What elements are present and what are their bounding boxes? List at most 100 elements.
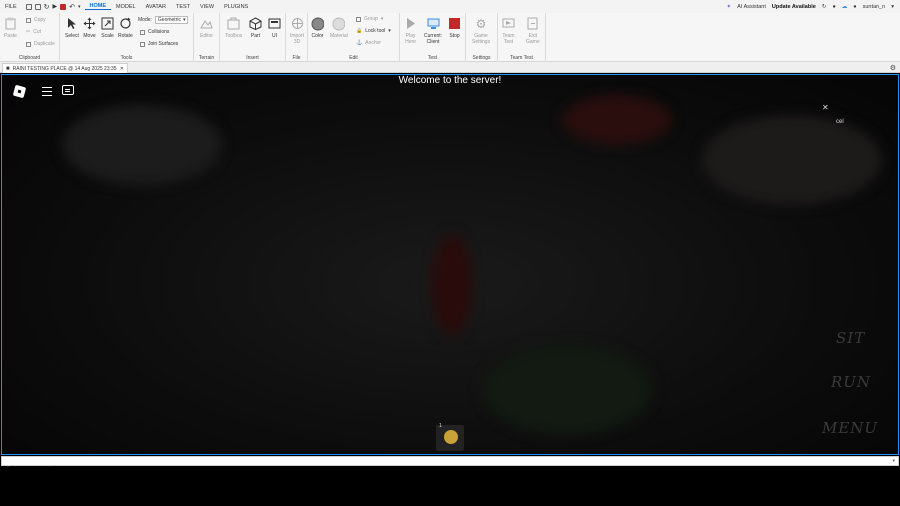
duplicate-icon: [26, 41, 31, 47]
lock-tool-button[interactable]: 🔒 Lock tool ▾: [356, 28, 391, 34]
stop-icon[interactable]: [60, 3, 67, 10]
mode-row: Mode: Geometric ▾: [138, 16, 189, 24]
copy-button[interactable]: Copy: [26, 17, 46, 23]
roblox-logo-icon[interactable]: [12, 84, 27, 99]
game-settings-label-line2: Settings: [472, 39, 491, 45]
copy-icon: [26, 17, 31, 23]
play-label-line2: Here: [405, 39, 416, 45]
hamburger-menu-icon[interactable]: [42, 87, 52, 96]
menu-test[interactable]: TEST: [171, 4, 195, 10]
dropdown-icon[interactable]: ▾: [78, 4, 81, 10]
ui-button[interactable]: UI: [268, 17, 281, 39]
menu-view[interactable]: VIEW: [195, 4, 219, 10]
cut-label: Cut: [33, 29, 41, 35]
duplicate-button[interactable]: Duplicate: [26, 41, 55, 47]
paste-button[interactable]: Paste: [4, 17, 17, 39]
play-icon[interactable]: ▶: [53, 3, 58, 10]
insert-group-label: Insert: [246, 55, 259, 61]
close-icon[interactable]: ✕: [822, 103, 829, 112]
lock-icon: 🔒: [356, 28, 363, 34]
ribbon-toolbar: Paste Copy ✂ Cut Duplicate Clipboard Sele…: [0, 13, 900, 62]
group-button[interactable]: Group ▾: [356, 16, 383, 22]
document-tab-title: RAINI TESTING PLACE @ 14 Aug 2025 23:35: [12, 65, 117, 72]
terrain-group: Editor Terrain: [194, 13, 220, 62]
current-client-button[interactable]: Current: Client: [424, 17, 442, 45]
move-button[interactable]: Move: [83, 17, 96, 39]
material-label: Material: [330, 33, 348, 39]
chevron-down-icon[interactable]: ▾: [891, 4, 894, 10]
toolbox-button[interactable]: Toolbox: [225, 17, 242, 39]
chat-icon[interactable]: [62, 85, 74, 95]
refresh-icon[interactable]: ↻: [44, 3, 50, 11]
team-test-button[interactable]: Team Test: [502, 17, 515, 45]
save-as-icon[interactable]: [34, 3, 41, 10]
collaborators-icon[interactable]: ●: [832, 4, 835, 10]
cut-button[interactable]: ✂ Cut: [26, 29, 41, 35]
material-icon: [332, 17, 346, 30]
username-menu[interactable]: suntan_n: [863, 4, 886, 10]
mode-dropdown[interactable]: Geometric ▾: [154, 16, 189, 24]
save-icon[interactable]: [25, 3, 32, 10]
close-tab-icon[interactable]: ✕: [120, 66, 124, 72]
tools-group-label: Tools: [120, 55, 133, 61]
scene-shadow: [62, 105, 222, 185]
game-viewport[interactable]: Welcome to the server! ✕ cel SIT RUN MEN…: [1, 74, 899, 455]
terrain-group-label: Terrain: [198, 55, 215, 61]
join-surfaces-checkbox-icon: [140, 41, 145, 47]
collisions-toggle[interactable]: Collisions: [140, 29, 169, 35]
chevron-down-icon: ▾: [380, 16, 384, 22]
play-here-button[interactable]: Play Here: [404, 17, 417, 45]
mode-value: Geometric: [157, 17, 181, 23]
scale-button[interactable]: Scale: [101, 17, 114, 39]
share-icon[interactable]: ↻: [822, 4, 827, 10]
rotate-button[interactable]: Rotate: [118, 17, 133, 39]
scissors-icon: ✂: [26, 29, 31, 35]
anchor-button[interactable]: ⚓ Anchor: [356, 40, 381, 46]
material-button[interactable]: Material: [330, 17, 348, 39]
game-settings-button[interactable]: ⚙ Game Settings: [472, 17, 491, 46]
scene-shadow: [702, 115, 882, 205]
join-surfaces-toggle[interactable]: Join Surfaces: [140, 41, 178, 47]
anchor-label: Anchor: [365, 40, 382, 46]
stop-button[interactable]: Stop: [448, 17, 461, 39]
color-label: Color: [311, 33, 324, 39]
toolbox-icon: [227, 17, 240, 30]
menu-model[interactable]: MODEL: [111, 4, 141, 10]
gear-icon[interactable]: ⚙: [890, 64, 896, 72]
color-button[interactable]: Color: [311, 17, 324, 39]
select-button[interactable]: Select: [65, 17, 79, 39]
test-group-label: Test: [427, 55, 438, 61]
insert-group: Toolbox Part UI Insert: [220, 13, 286, 62]
undo-icon[interactable]: ↶: [69, 3, 75, 11]
part-button[interactable]: Part: [249, 17, 262, 39]
test-group: Play Here Current: Client Stop Test: [400, 13, 466, 62]
import-label-line2: 3D: [293, 39, 301, 45]
scale-icon: [101, 17, 114, 30]
scene-shadow: [562, 95, 672, 145]
update-available-button[interactable]: Update Available: [772, 4, 816, 10]
anchor-icon: ⚓: [356, 40, 363, 46]
rotate-label: Rotate: [118, 33, 133, 39]
cloud-icon[interactable]: ☁: [842, 4, 848, 10]
sit-button[interactable]: SIT: [836, 329, 865, 347]
group-icon: [356, 16, 361, 22]
menu-avatar[interactable]: AVATAR: [141, 4, 171, 10]
menu-button[interactable]: MENU: [822, 419, 878, 437]
collisions-label: Collisions: [148, 29, 170, 35]
chevron-down-icon[interactable]: ▾: [892, 458, 895, 464]
menu-file[interactable]: FILE: [0, 4, 22, 10]
run-button[interactable]: RUN: [831, 373, 871, 391]
document-tab[interactable]: ■ RAINI TESTING PLACE @ 14 Aug 2025 23:3…: [2, 63, 128, 73]
exit-icon: [526, 17, 539, 30]
tools-group: Select Move Scale Rotate Mode: Geometric…: [60, 13, 194, 62]
settings-group-label: Settings: [472, 55, 491, 61]
terrain-editor-button[interactable]: Editor: [200, 17, 213, 39]
menu-plugins[interactable]: PLUGINS: [219, 4, 253, 10]
hotbar-slot-number: 1: [439, 423, 442, 429]
ai-assistant-button[interactable]: AI Assistant: [737, 4, 766, 10]
menu-home[interactable]: HOME: [84, 3, 112, 10]
empty-bottom-area: [0, 467, 900, 506]
notifications-icon[interactable]: ●: [853, 4, 856, 10]
import-3d-button[interactable]: Import 3D: [290, 17, 304, 45]
exit-game-button[interactable]: Exit Game: [526, 17, 540, 45]
